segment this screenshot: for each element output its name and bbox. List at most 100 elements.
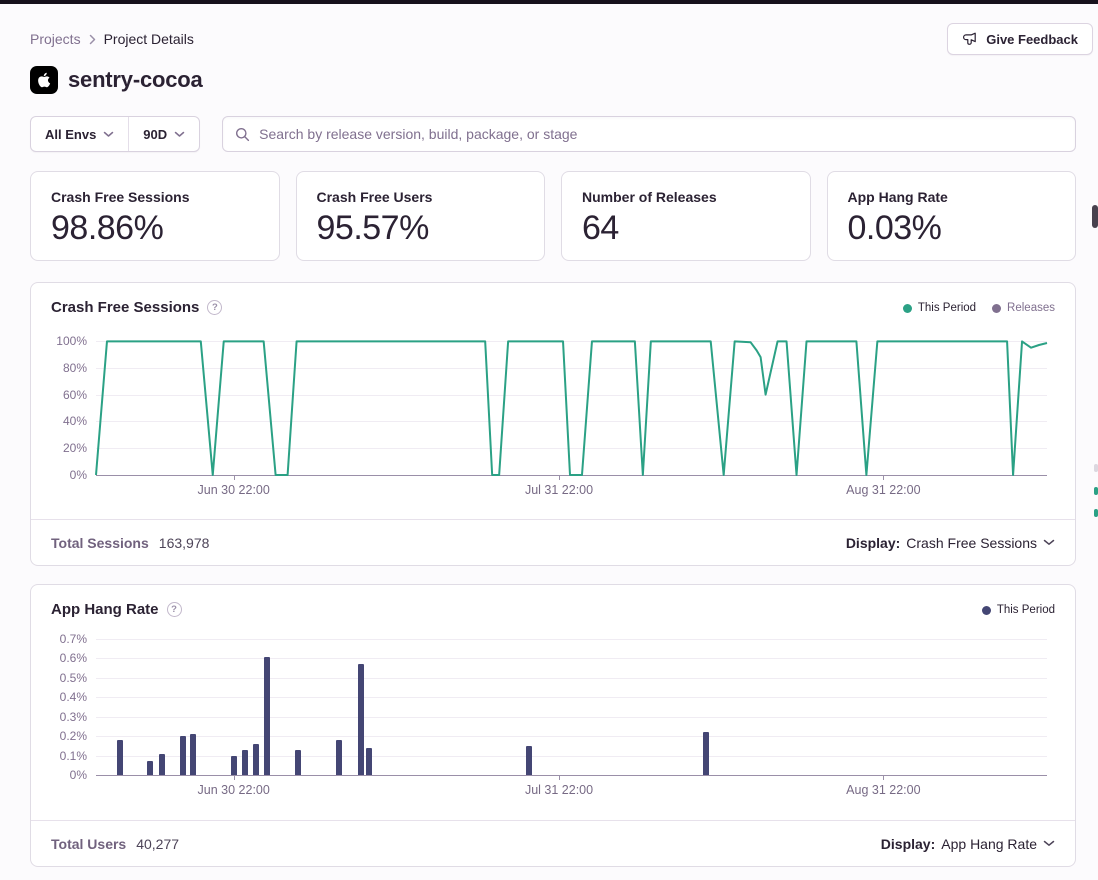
legend-item-this-period[interactable]: This Period <box>982 604 1055 616</box>
panel-footer: Total Users 40,277 Display: App Hang Rat… <box>31 820 1075 866</box>
y-axis-tick-label: 0.5% <box>60 671 87 685</box>
bar <box>526 746 532 775</box>
gridline <box>96 756 1047 757</box>
line-series-this-period <box>96 341 1047 475</box>
crash-free-sessions-chart: 100%80%60%40%20%0%Jun 30 22:00Jul 31 22:… <box>96 341 1047 475</box>
y-axis-tick-label: 40% <box>63 414 87 428</box>
crash-free-sessions-panel: Crash Free Sessions ? This Period Releas… <box>30 282 1076 566</box>
display-dropdown[interactable]: Display: App Hang Rate <box>881 836 1055 852</box>
total-sessions-value: 163,978 <box>159 535 210 551</box>
legend-item-this-period[interactable]: This Period <box>903 302 976 314</box>
y-axis-tick-label: 80% <box>63 361 87 375</box>
stat-card-number-of-releases: Number of Releases 64 <box>561 171 811 261</box>
y-axis-tick-label: 20% <box>63 441 87 455</box>
app-hang-rate-panel: App Hang Rate ? This Period 0.7%0.6%0.5%… <box>30 584 1076 867</box>
x-axis-tick-label: Jul 31 22:00 <box>525 483 593 497</box>
right-edge-fragment-green <box>1094 487 1098 495</box>
y-axis-tick-label: 0.7% <box>60 632 87 646</box>
megaphone-icon <box>962 31 978 47</box>
chevron-down-icon <box>1043 840 1055 847</box>
total-users-value: 40,277 <box>136 836 179 852</box>
period-dropdown[interactable]: 90D <box>129 117 199 151</box>
app-hang-rate-chart: 0.7%0.6%0.5%0.4%0.3%0.2%0.1%0%Jun 30 22:… <box>96 639 1047 775</box>
total-sessions-label: Total Sessions <box>51 535 149 551</box>
bar <box>147 761 153 775</box>
stat-value: 0.03% <box>848 209 1056 248</box>
legend-label: This Period <box>918 302 976 314</box>
stat-value: 98.86% <box>51 209 259 248</box>
total-users-label: Total Users <box>51 836 126 852</box>
chevron-down-icon <box>174 131 185 138</box>
stat-label: App Hang Rate <box>848 189 1056 205</box>
search-icon <box>235 127 250 142</box>
gridline <box>96 736 1047 737</box>
help-icon[interactable]: ? <box>167 602 182 617</box>
display-value: App Hang Rate <box>941 836 1037 852</box>
gridline <box>96 639 1047 640</box>
stat-label: Crash Free Sessions <box>51 189 259 205</box>
x-axis-tick-label: Aug 31 22:00 <box>846 483 920 497</box>
panel-title: Crash Free Sessions <box>51 299 199 316</box>
legend-label: Releases <box>1007 302 1055 314</box>
display-dropdown[interactable]: Display: Crash Free Sessions <box>846 535 1055 551</box>
project-details-page: Projects Project Details Give Feedback s… <box>0 22 1098 867</box>
x-axis-tick-label: Jul 31 22:00 <box>525 783 593 797</box>
chevron-down-icon <box>103 131 114 138</box>
y-axis-tick-label: 0.2% <box>60 729 87 743</box>
right-edge-fragment-dark <box>1092 205 1098 228</box>
bar <box>180 736 186 775</box>
y-axis-tick-label: 0.4% <box>60 690 87 704</box>
bar <box>703 732 709 775</box>
display-value: Crash Free Sessions <box>906 535 1037 551</box>
bar <box>295 750 301 775</box>
display-label: Display: <box>881 836 935 852</box>
stat-label: Crash Free Users <box>317 189 525 205</box>
stat-card-crash-free-users: Crash Free Users 95.57% <box>296 171 546 261</box>
gridline <box>96 658 1047 659</box>
right-edge-fragment-green <box>1094 509 1098 517</box>
breadcrumb-project-details: Project Details <box>104 31 194 47</box>
x-axis-tick-label: Jun 30 22:00 <box>198 483 270 497</box>
y-axis-tick-label: 0.1% <box>60 749 87 763</box>
environment-dropdown[interactable]: All Envs <box>31 117 128 151</box>
bar <box>159 754 165 775</box>
bar <box>358 664 364 775</box>
legend-item-releases[interactable]: Releases <box>992 302 1055 314</box>
gridline <box>96 697 1047 698</box>
apple-icon <box>30 66 58 94</box>
bar <box>366 748 372 775</box>
bar <box>264 657 270 776</box>
x-axis-line <box>96 775 1047 776</box>
bar <box>231 756 237 775</box>
chart-legend: This Period <box>982 601 1055 616</box>
release-search-box <box>222 116 1076 152</box>
chevron-right-icon <box>89 34 96 45</box>
y-axis-tick-label: 60% <box>63 388 87 402</box>
give-feedback-button[interactable]: Give Feedback <box>947 23 1093 55</box>
breadcrumb-projects[interactable]: Projects <box>30 31 81 47</box>
y-axis-tick-label: 0.3% <box>60 710 87 724</box>
project-title-row: sentry-cocoa <box>30 64 1076 96</box>
legend-label: This Period <box>997 604 1055 616</box>
legend-dot-green <box>903 304 912 313</box>
filter-row: All Envs 90D <box>30 116 1076 152</box>
env-period-button-group: All Envs 90D <box>30 116 200 152</box>
legend-dot-purple <box>992 304 1001 313</box>
search-input[interactable] <box>259 126 1063 142</box>
environment-dropdown-label: All Envs <box>45 127 96 142</box>
panel-header: Crash Free Sessions ? This Period Releas… <box>31 283 1075 321</box>
page-title: sentry-cocoa <box>68 67 203 93</box>
panel-footer: Total Sessions 163,978 Display: Crash Fr… <box>31 519 1075 565</box>
period-dropdown-label: 90D <box>143 127 167 142</box>
display-label: Display: <box>846 535 900 551</box>
chart-legend: This Period Releases <box>903 299 1055 314</box>
panel-header: App Hang Rate ? This Period <box>31 585 1075 623</box>
header-row: Projects Project Details Give Feedback <box>30 22 1076 56</box>
stat-card-app-hang-rate: App Hang Rate 0.03% <box>827 171 1077 261</box>
chevron-down-icon <box>1043 539 1055 546</box>
stat-value: 95.57% <box>317 209 525 248</box>
gridline <box>96 717 1047 718</box>
help-icon[interactable]: ? <box>207 300 222 315</box>
breadcrumb: Projects Project Details <box>30 31 194 47</box>
give-feedback-label: Give Feedback <box>986 32 1078 47</box>
